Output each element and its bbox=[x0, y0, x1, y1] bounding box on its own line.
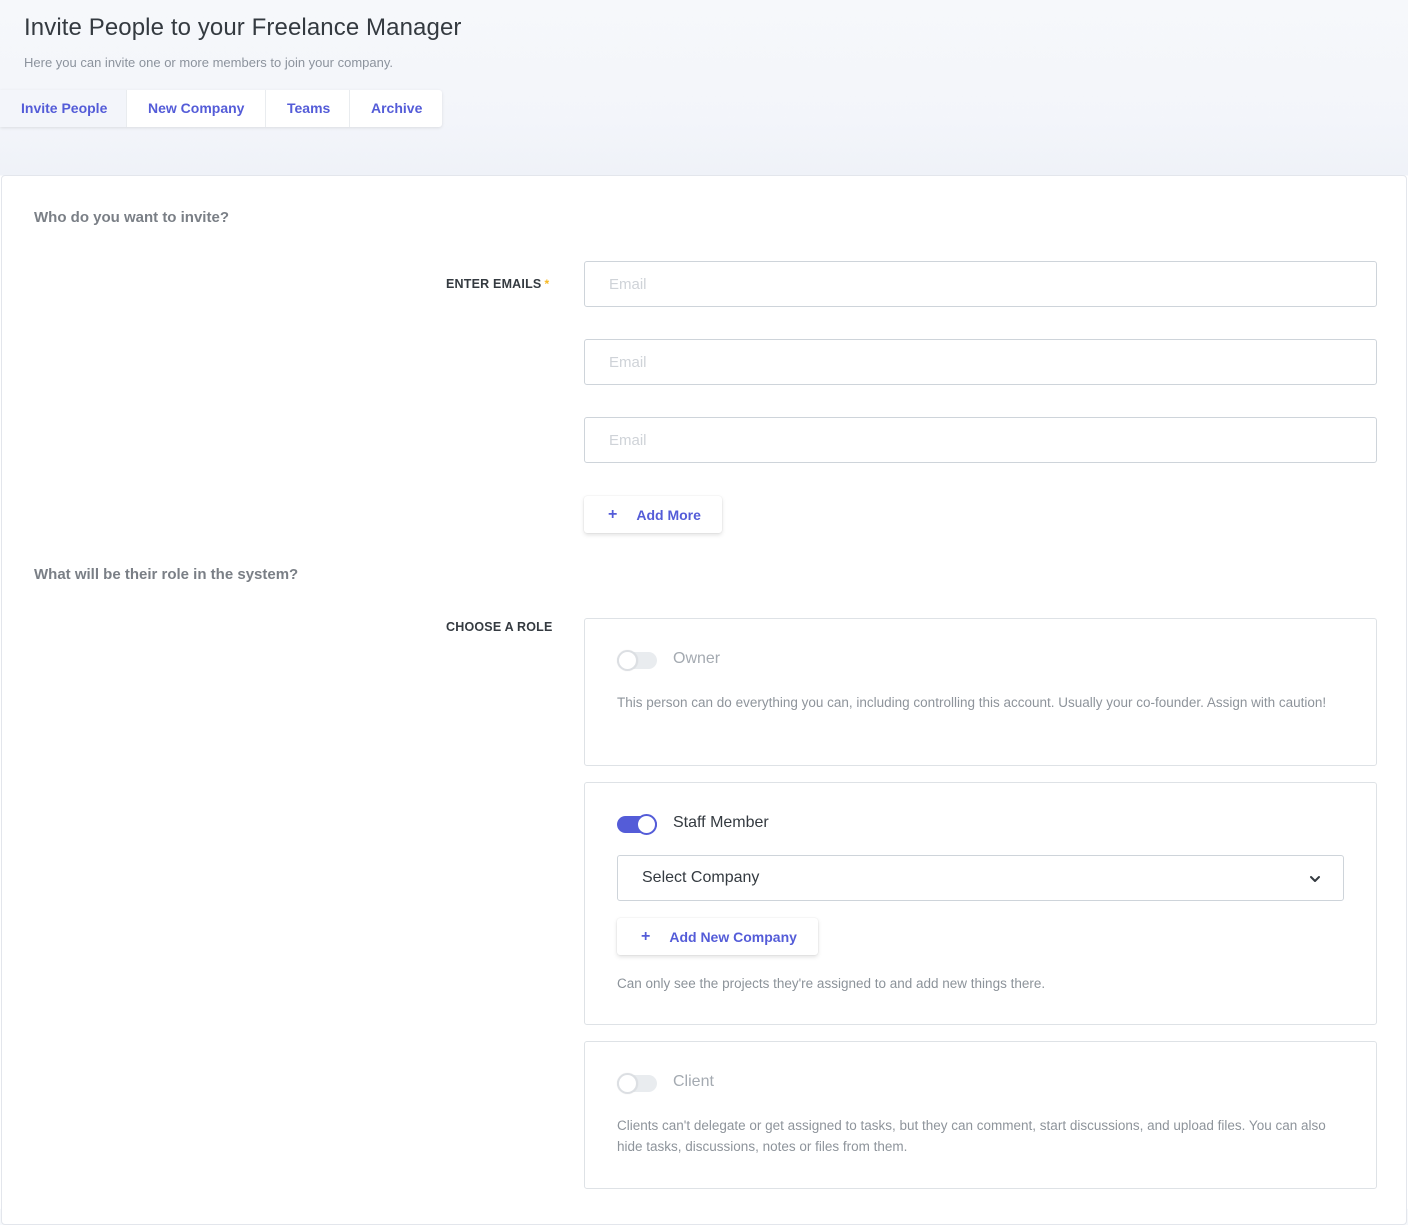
staff-member-role-name: Staff Member bbox=[673, 814, 769, 831]
select-company-dropdown[interactable]: Select Company bbox=[617, 855, 1344, 901]
owner-toggle[interactable] bbox=[617, 650, 657, 671]
select-company-value: Select Company bbox=[642, 869, 760, 886]
choose-role-label: CHOOSE A ROLE bbox=[446, 620, 553, 634]
staff-member-toggle[interactable] bbox=[617, 814, 657, 835]
role-section-heading: What will be their role in the system? bbox=[34, 566, 299, 583]
owner-role-name: Owner bbox=[673, 650, 721, 667]
add-more-label: Add More bbox=[636, 506, 701, 523]
role-option-owner: Owner This person can do everything you … bbox=[584, 618, 1377, 766]
page-subtitle: Here you can invite one or more members … bbox=[24, 55, 393, 70]
role-option-staff-member: Staff Member Select Company + Add New Co… bbox=[584, 782, 1377, 1025]
invite-form-card: Who do you want to invite? ENTER EMAILS *… bbox=[1, 175, 1407, 1225]
enter-emails-label-text: ENTER EMAILS bbox=[446, 277, 542, 291]
owner-toggle-knob bbox=[617, 650, 638, 671]
tab-invite-people[interactable]: Invite People bbox=[0, 90, 127, 127]
add-new-company-button[interactable]: + Add New Company bbox=[617, 918, 818, 955]
owner-role-description: This person can do everything you can, i… bbox=[617, 695, 1327, 710]
plus-icon: + bbox=[641, 927, 651, 945]
email-input-1[interactable] bbox=[584, 261, 1377, 307]
client-toggle-knob bbox=[617, 1073, 638, 1094]
enter-emails-label: ENTER EMAILS * bbox=[446, 277, 549, 291]
chevron-down-icon bbox=[1310, 876, 1320, 882]
plus-icon: + bbox=[608, 505, 618, 523]
page-title: Invite People to your Freelance Manager bbox=[24, 14, 462, 41]
add-more-button[interactable]: + Add More bbox=[584, 496, 722, 533]
add-new-company-label: Add New Company bbox=[669, 928, 797, 945]
role-option-client: Client Clients can't delegate or get ass… bbox=[584, 1041, 1377, 1189]
tab-teams[interactable]: Teams bbox=[266, 90, 350, 127]
staff-member-toggle-knob bbox=[636, 814, 657, 835]
client-role-name: Client bbox=[673, 1073, 714, 1090]
required-star-icon: * bbox=[544, 277, 550, 291]
email-input-3[interactable] bbox=[584, 417, 1377, 463]
staff-member-role-description: Can only see the projects they're assign… bbox=[617, 976, 1046, 991]
page-header: Invite People to your Freelance Manager … bbox=[0, 0, 1408, 176]
tab-bar: Invite People New Company Teams Archive bbox=[0, 90, 442, 127]
client-role-description: Clients can't delegate or get assigned t… bbox=[617, 1118, 1326, 1154]
email-input-2[interactable] bbox=[584, 339, 1377, 385]
client-toggle[interactable] bbox=[617, 1073, 657, 1094]
tab-archive[interactable]: Archive bbox=[350, 90, 442, 127]
invite-section-heading: Who do you want to invite? bbox=[34, 209, 229, 226]
tab-new-company[interactable]: New Company bbox=[127, 90, 266, 127]
